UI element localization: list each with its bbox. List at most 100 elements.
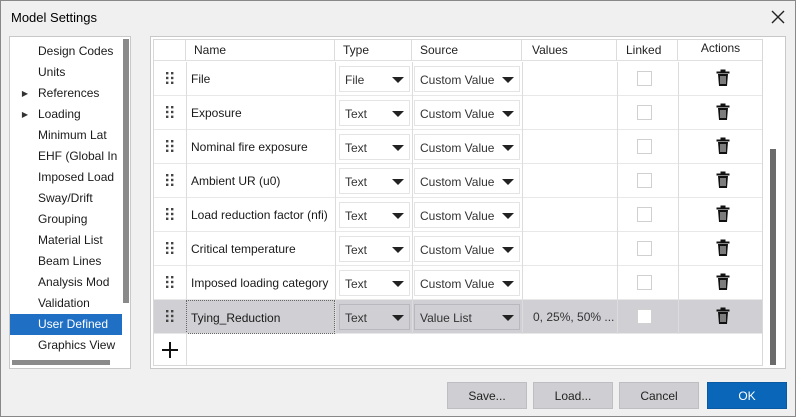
sidebar-item[interactable]: Units bbox=[10, 62, 122, 83]
drag-handle[interactable] bbox=[154, 232, 186, 266]
sidebar-item[interactable]: EHF (Global In bbox=[10, 146, 122, 167]
drag-handle[interactable] bbox=[154, 198, 186, 232]
type-dropdown[interactable]: Text bbox=[339, 304, 410, 330]
header-name[interactable]: Name bbox=[186, 40, 335, 61]
drag-handle[interactable] bbox=[154, 62, 186, 96]
add-row-button[interactable] bbox=[154, 335, 186, 365]
delete-row-button[interactable] bbox=[715, 137, 733, 157]
source-dropdown[interactable]: Custom Value bbox=[414, 100, 520, 126]
source-dropdown[interactable]: Custom Value bbox=[414, 134, 520, 160]
expand-arrow-icon[interactable]: ▶ bbox=[20, 104, 30, 125]
values-cell[interactable] bbox=[522, 232, 617, 266]
table-row[interactable]: Exposure Text Custom Value bbox=[154, 96, 762, 130]
sidebar-item[interactable]: Material List bbox=[10, 230, 122, 251]
sidebar-vertical-scrollbar[interactable] bbox=[122, 37, 130, 368]
sidebar-item[interactable]: Beam Lines bbox=[10, 251, 122, 272]
drag-handle[interactable] bbox=[154, 164, 186, 198]
name-cell[interactable]: File bbox=[186, 62, 335, 96]
type-dropdown[interactable]: Text bbox=[339, 100, 410, 126]
delete-row-button[interactable] bbox=[715, 103, 733, 123]
name-cell[interactable]: Critical temperature bbox=[186, 232, 335, 266]
expand-arrow-icon[interactable]: ▶ bbox=[20, 83, 30, 104]
cancel-button[interactable]: Cancel bbox=[619, 382, 699, 409]
table-row[interactable]: Load reduction factor (nfi) Text Custom Va… bbox=[154, 198, 762, 232]
type-dropdown[interactable]: File bbox=[339, 66, 410, 92]
table-row[interactable]: Ambient UR (u0) Text Custom Value bbox=[154, 164, 762, 198]
sidebar-item[interactable]: ▶ References bbox=[10, 83, 122, 104]
type-dropdown[interactable]: Text bbox=[339, 202, 410, 228]
linked-checkbox[interactable] bbox=[637, 105, 652, 120]
sidebar-item[interactable]: Imposed Load bbox=[10, 167, 122, 188]
sidebar-item[interactable]: Design Codes bbox=[10, 41, 122, 62]
table-row[interactable]: Nominal fire exposure Text Custom Value bbox=[154, 130, 762, 164]
sidebar-item[interactable]: Graphics View bbox=[10, 335, 122, 356]
linked-checkbox[interactable] bbox=[637, 207, 652, 222]
table-row[interactable]: File File Custom Value bbox=[154, 62, 762, 96]
sidebar-vertical-scroll-thumb[interactable] bbox=[123, 39, 129, 303]
linked-checkbox[interactable] bbox=[637, 309, 652, 324]
type-dropdown[interactable]: Text bbox=[339, 134, 410, 160]
load-button[interactable]: Load... bbox=[533, 382, 613, 409]
drag-handle-icon bbox=[165, 241, 175, 258]
table-vertical-scrollbar[interactable] bbox=[765, 39, 781, 366]
name-cell[interactable]: Exposure bbox=[186, 96, 335, 130]
type-dropdown[interactable]: Text bbox=[339, 168, 410, 194]
header-values[interactable]: Values bbox=[522, 40, 617, 61]
close-button[interactable] bbox=[767, 6, 789, 28]
sidebar-horizontal-scrollbar[interactable] bbox=[10, 358, 122, 368]
linked-checkbox[interactable] bbox=[637, 139, 652, 154]
values-cell[interactable]: 0, 25%, 50% ... bbox=[522, 300, 617, 334]
drag-handle[interactable] bbox=[154, 266, 186, 300]
table-vertical-scroll-thumb[interactable] bbox=[770, 149, 776, 365]
drag-handle[interactable] bbox=[154, 130, 186, 164]
save-button[interactable]: Save... bbox=[447, 382, 527, 409]
name-cell[interactable]: Ambient UR (u0) bbox=[186, 164, 335, 198]
ok-button[interactable]: OK bbox=[707, 382, 787, 409]
name-cell[interactable]: Nominal fire exposure bbox=[186, 130, 335, 164]
delete-row-button[interactable] bbox=[715, 69, 733, 89]
name-cell[interactable]: Imposed loading category bbox=[186, 266, 335, 300]
header-type[interactable]: Type bbox=[335, 40, 412, 61]
drag-handle[interactable] bbox=[154, 300, 186, 334]
sidebar-item[interactable]: Analysis Mod bbox=[10, 272, 122, 293]
values-cell[interactable] bbox=[522, 62, 617, 96]
source-dropdown[interactable]: Value List bbox=[414, 304, 520, 330]
values-cell[interactable] bbox=[522, 198, 617, 232]
table-row[interactable]: Critical temperature Text Custom Value bbox=[154, 232, 762, 266]
sidebar-item[interactable]: Grouping bbox=[10, 209, 122, 230]
name-cell[interactable]: Tying_Reduction bbox=[186, 300, 335, 334]
linked-checkbox[interactable] bbox=[637, 275, 652, 290]
delete-row-button[interactable] bbox=[715, 239, 733, 259]
source-dropdown[interactable]: Custom Value bbox=[414, 202, 520, 228]
linked-checkbox[interactable] bbox=[637, 71, 652, 86]
values-cell[interactable] bbox=[522, 266, 617, 300]
header-source[interactable]: Source bbox=[412, 40, 522, 61]
source-dropdown[interactable]: Custom Value bbox=[414, 270, 520, 296]
delete-row-button[interactable] bbox=[715, 205, 733, 225]
sidebar-item[interactable]: User Defined bbox=[10, 314, 122, 335]
linked-checkbox[interactable] bbox=[637, 241, 652, 256]
sidebar-item[interactable]: Minimum Lat bbox=[10, 125, 122, 146]
source-dropdown[interactable]: Custom Value bbox=[414, 236, 520, 262]
drag-handle[interactable] bbox=[154, 96, 186, 130]
delete-row-button[interactable] bbox=[715, 307, 733, 327]
header-linked[interactable]: Linked bbox=[617, 40, 678, 61]
values-cell[interactable] bbox=[522, 96, 617, 130]
sidebar-item[interactable]: Validation bbox=[10, 293, 122, 314]
source-dropdown[interactable]: Custom Value bbox=[414, 168, 520, 194]
delete-row-button[interactable] bbox=[715, 171, 733, 191]
sidebar-item[interactable]: Sway/Drift bbox=[10, 188, 122, 209]
type-dropdown[interactable]: Text bbox=[339, 270, 410, 296]
delete-row-button[interactable] bbox=[715, 273, 733, 293]
source-dropdown[interactable]: Custom Value bbox=[414, 66, 520, 92]
linked-checkbox[interactable] bbox=[637, 173, 652, 188]
values-cell[interactable] bbox=[522, 164, 617, 198]
values-cell[interactable] bbox=[522, 130, 617, 164]
type-dropdown[interactable]: Text bbox=[339, 236, 410, 262]
table-row[interactable]: Tying_Reduction Text Value List 0, 25%, 50%… bbox=[154, 300, 762, 334]
actions-cell bbox=[678, 300, 762, 334]
sidebar-horizontal-scroll-thumb[interactable] bbox=[12, 360, 110, 365]
table-row[interactable]: Imposed loading category Text Custom Value bbox=[154, 266, 762, 300]
sidebar-item[interactable]: ▶ Loading bbox=[10, 104, 122, 125]
name-cell[interactable]: Load reduction factor (nfi) bbox=[186, 198, 335, 232]
